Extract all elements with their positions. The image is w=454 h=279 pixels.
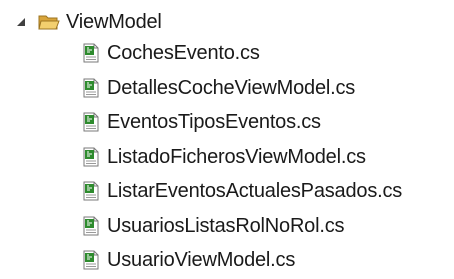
csharp-file-icon bbox=[82, 181, 100, 201]
file-label: CochesEvento.cs bbox=[107, 42, 260, 64]
tree-node-file[interactable]: UsuariosListasRolNoRol.cs bbox=[82, 210, 345, 242]
file-label: ListadoFicherosViewModel.cs bbox=[107, 146, 366, 168]
file-label: EventosTiposEventos.cs bbox=[107, 111, 321, 133]
csharp-file-icon bbox=[82, 147, 100, 167]
csharp-file-icon bbox=[82, 112, 100, 132]
tree-node-viewmodel-folder[interactable]: ViewModel bbox=[14, 6, 162, 38]
tree-node-file[interactable]: ListarEventosActualesPasados.cs bbox=[82, 175, 402, 207]
csharp-file-icon bbox=[82, 78, 100, 98]
tree-node-file[interactable]: ListadoFicherosViewModel.cs bbox=[82, 141, 366, 173]
csharp-file-icon bbox=[82, 250, 100, 270]
tree-node-file[interactable]: DetallesCocheViewModel.cs bbox=[82, 72, 355, 104]
open-folder-icon bbox=[38, 13, 60, 31]
csharp-file-icon bbox=[82, 216, 100, 236]
file-label: UsuarioViewModel.cs bbox=[107, 249, 296, 271]
tree-node-file[interactable]: EventosTiposEventos.cs bbox=[82, 106, 321, 138]
tree-node-file[interactable]: CochesEvento.cs bbox=[82, 37, 260, 69]
file-label: UsuariosListasRolNoRol.cs bbox=[107, 215, 345, 237]
solution-explorer-tree: ViewModel CochesEvento.cs DetallesCocheVi… bbox=[0, 0, 454, 279]
file-label: ListarEventosActualesPasados.cs bbox=[107, 180, 403, 202]
tree-node-file[interactable]: UsuarioViewModel.cs bbox=[82, 244, 295, 276]
file-label: DetallesCocheViewModel.cs bbox=[107, 77, 356, 99]
folder-label: ViewModel bbox=[66, 11, 162, 33]
csharp-file-icon bbox=[82, 43, 100, 63]
expanded-triangle-icon[interactable] bbox=[14, 15, 28, 29]
